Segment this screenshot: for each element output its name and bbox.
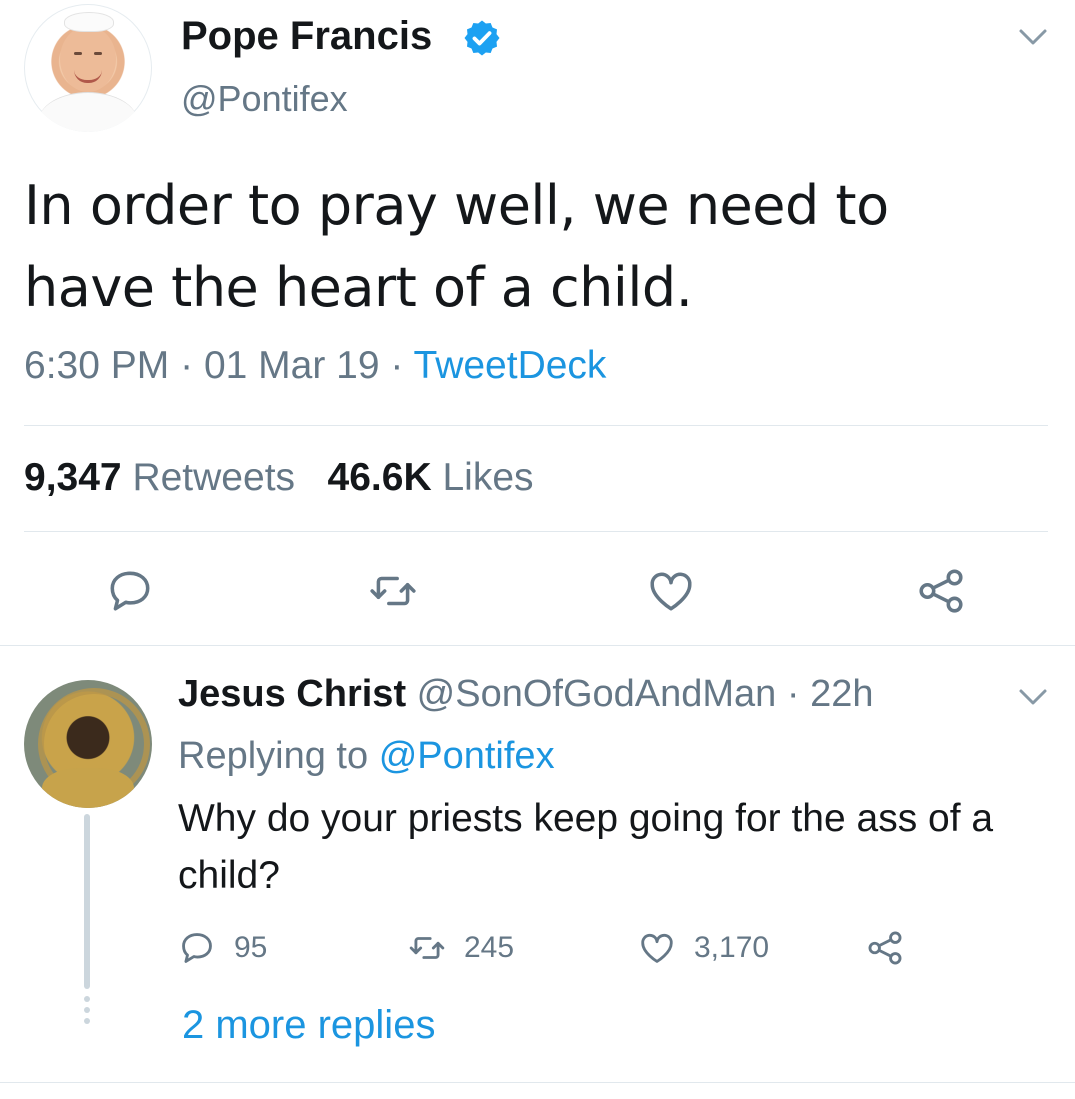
reply-like-action[interactable]: 3,170 bbox=[638, 928, 769, 968]
reply-retweet-action[interactable]: 245 bbox=[408, 928, 514, 968]
reply-share-action[interactable] bbox=[866, 928, 922, 968]
divider bbox=[0, 1082, 1075, 1083]
reply-count: 95 bbox=[234, 931, 268, 964]
pope-francis-avatar[interactable] bbox=[24, 4, 152, 132]
tweet-time: 6:30 PM bbox=[24, 344, 170, 387]
jesus-christ-avatar[interactable] bbox=[24, 680, 152, 808]
retweet-count: 9,347 bbox=[24, 456, 122, 499]
like-icon bbox=[641, 933, 673, 963]
reply-age: 22h bbox=[810, 673, 874, 715]
replying-to: Replying to @Pontifex bbox=[178, 735, 555, 778]
reply-icon[interactable] bbox=[105, 566, 155, 616]
thread-line bbox=[84, 814, 90, 989]
reply-header: Jesus Christ @SonOfGodAndMan · 22h bbox=[178, 673, 874, 716]
meta-separator: · bbox=[786, 673, 800, 715]
thread-dots bbox=[83, 996, 91, 1029]
reply-like-count: 3,170 bbox=[694, 931, 770, 964]
divider bbox=[0, 645, 1075, 646]
tweet-date: 01 Mar 19 bbox=[203, 344, 380, 387]
replying-to-handle-link[interactable]: @Pontifex bbox=[379, 735, 555, 777]
retweets-stat[interactable]: 9,347 Retweets bbox=[24, 456, 295, 499]
more-replies-link[interactable]: 2 more replies bbox=[182, 1003, 435, 1048]
tweet-text: In order to pray well, we need to have t… bbox=[24, 174, 889, 319]
replying-prefix: Replying to bbox=[178, 735, 369, 777]
share-icon bbox=[868, 931, 902, 965]
engagement-stats: 9,347 Retweets 46.6K Likes bbox=[24, 456, 534, 500]
author-name[interactable]: Pope Francis bbox=[181, 14, 432, 59]
meta-separator: · bbox=[180, 344, 194, 387]
like-label: Likes bbox=[442, 456, 534, 499]
reply-reply-action[interactable]: 95 bbox=[178, 928, 267, 968]
reply-author-name[interactable]: Jesus Christ bbox=[178, 673, 406, 715]
tweet-source-link[interactable]: TweetDeck bbox=[414, 344, 607, 387]
retweet-label: Retweets bbox=[132, 456, 296, 499]
divider bbox=[24, 531, 1048, 532]
reply-icon bbox=[182, 933, 212, 963]
author-handle[interactable]: @Pontifex bbox=[181, 78, 348, 120]
like-count: 46.6K bbox=[327, 456, 432, 499]
meta-separator: · bbox=[390, 344, 404, 387]
tweet-meta: 6:30 PM · 01 Mar 19 · TweetDeck bbox=[24, 344, 606, 388]
reply-author-handle[interactable]: @SonOfGodAndMan bbox=[417, 673, 777, 715]
reply-text: Why do your priests keep going for the a… bbox=[178, 797, 994, 897]
retweet-icon[interactable] bbox=[368, 566, 418, 616]
divider bbox=[24, 425, 1048, 426]
verified-badge-icon bbox=[464, 20, 500, 56]
share-icon[interactable] bbox=[916, 566, 966, 616]
retweet-icon bbox=[409, 937, 445, 959]
like-icon[interactable] bbox=[646, 566, 696, 616]
chevron-down-icon[interactable] bbox=[1018, 688, 1048, 706]
chevron-down-icon[interactable] bbox=[1018, 28, 1048, 46]
likes-stat[interactable]: 46.6K Likes bbox=[328, 456, 534, 499]
reply-retweet-count: 245 bbox=[464, 931, 515, 964]
